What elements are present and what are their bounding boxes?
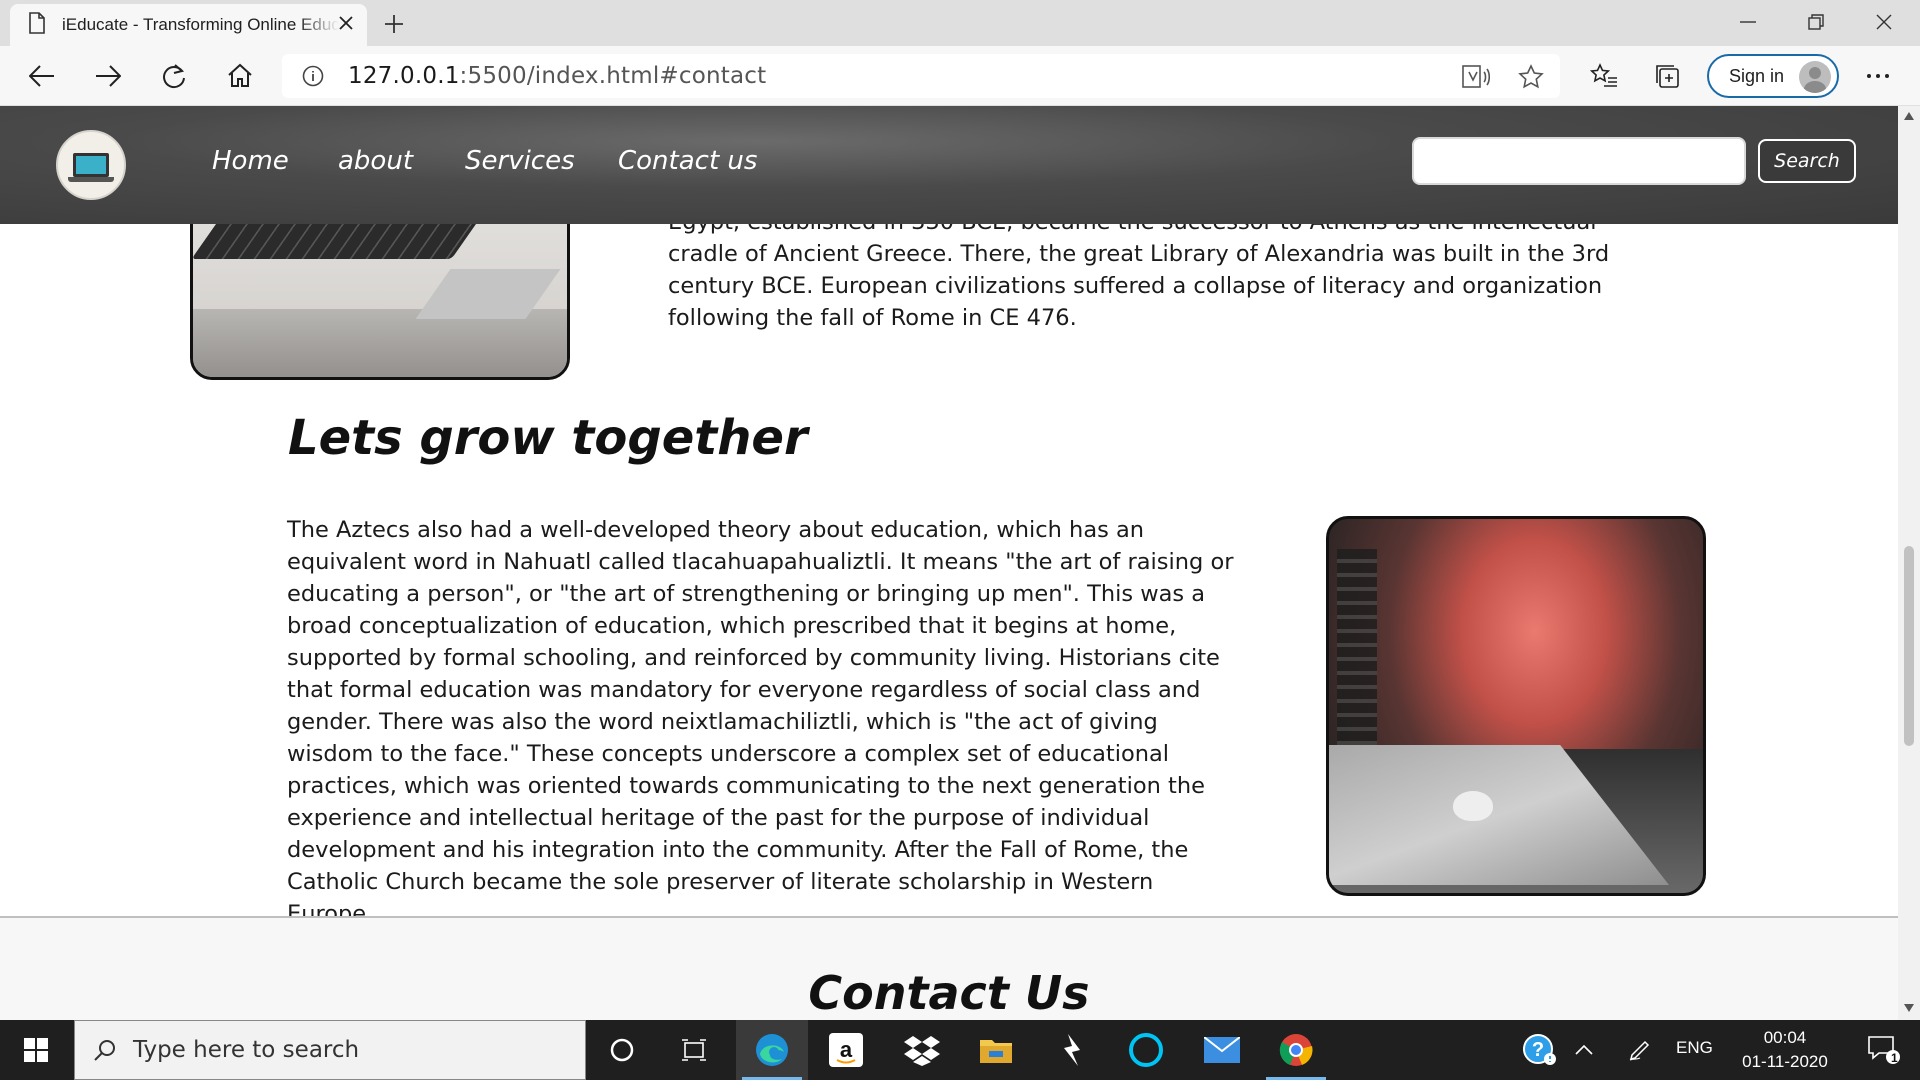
task-view-icon [682,1039,706,1061]
notification-count: 1 [1891,1051,1898,1065]
site-logo[interactable] [56,130,126,200]
chrome-icon [1279,1034,1313,1066]
more-menu-icon[interactable] [1858,56,1898,96]
new-tab-icon[interactable] [374,6,414,42]
windows-logo-icon [24,1038,48,1062]
tray-pen[interactable] [1612,1020,1668,1080]
search-button[interactable]: Search [1758,139,1856,183]
lightning-icon [1064,1034,1080,1066]
page-viewport: Egypt, established in 330 BCE, became th… [0,106,1898,1020]
tray-show-hidden[interactable] [1556,1020,1612,1080]
amazon-icon: a [829,1033,863,1067]
task-view-button[interactable] [658,1020,730,1080]
clock[interactable]: 00:04 01-11-2020 [1735,1026,1835,1074]
chevron-up-icon [1575,1045,1593,1055]
url-host: 127.0.0.1 [348,63,460,89]
minimize-icon[interactable] [1722,2,1774,42]
scroll-up-icon[interactable] [1904,112,1914,120]
page-scrollbar[interactable] [1898,106,1920,1020]
restore-icon[interactable] [1790,2,1842,42]
taskbar-dropbox[interactable] [886,1020,958,1080]
read-aloud-icon[interactable] [1462,64,1491,95]
dropbox-icon [904,1036,940,1066]
nav-about[interactable]: about [338,146,413,176]
nav-services[interactable]: Services [465,146,575,176]
svg-text:?: ? [1532,1039,1544,1061]
clock-time: 00:04 [1763,1028,1807,1047]
laptop-base-shape [193,309,567,377]
nav-home[interactable]: Home [212,146,289,176]
collections-icon[interactable] [1648,56,1688,96]
favorites-list-icon[interactable] [1584,56,1624,96]
taskbar-chrome[interactable] [1260,1020,1332,1080]
pen-icon [1629,1040,1650,1061]
taskbar-lightning-app[interactable] [1036,1020,1108,1080]
avatar [1799,61,1831,93]
taskbar-amazon[interactable]: a [810,1020,882,1080]
tab-title: iEducate - Transforming Online Education [62,15,339,34]
laptop-logo-icon [68,153,114,182]
sign-in-label: Sign in [1729,65,1785,86]
address-bar[interactable]: 127.0.0.1:5500/index.html#contact [282,54,1560,98]
cortana-button[interactable] [586,1020,658,1080]
url-text: 127.0.0.1:5500/index.html#contact [348,63,766,89]
search-icon [94,1040,115,1061]
url-path: :5500/index.html#contact [459,63,767,89]
info-icon[interactable] [302,65,324,92]
mail-icon [1204,1037,1240,1063]
favorite-star-icon[interactable] [1518,64,1544,95]
apple-logo-icon [1453,791,1493,821]
edge-icon [756,1034,788,1066]
browser-tab[interactable]: iEducate - Transforming Online Education [10,4,367,46]
history-paragraph-text: of Ancient Greece. There, the great Libr… [668,241,1610,331]
close-window-icon[interactable] [1858,2,1910,42]
back-icon[interactable] [22,56,62,96]
scroll-down-icon[interactable] [1904,1004,1914,1012]
taskbar-mail[interactable] [1186,1020,1258,1080]
section-heading: Lets grow together [288,410,808,466]
macbook-image [1326,516,1706,896]
help-icon: ? [1523,1034,1556,1065]
page-icon [28,11,46,39]
language-indicator[interactable]: ENG [1676,1038,1713,1058]
browser-toolbar: 127.0.0.1:5500/index.html#contact Sign i… [0,46,1920,106]
refresh-icon[interactable] [154,56,194,96]
taskbar-edge[interactable] [736,1020,808,1080]
folder-icon [980,1040,1012,1063]
browser-tab-bar: iEducate - Transforming Online Education [0,0,1920,46]
cortana-circle-icon [610,1038,634,1062]
scrollbar-thumb[interactable] [1904,546,1914,746]
windows-taskbar: Type here to search a ? ENG 00:04 01-11-… [0,1020,1920,1080]
taskbar-search-box[interactable]: Type here to search [74,1020,586,1080]
taskbar-file-explorer[interactable] [960,1020,1032,1080]
sign-in-button[interactable]: Sign in [1707,54,1839,98]
background-pillar-shape [1337,549,1377,749]
contact-heading: Contact Us [808,966,1090,1020]
clock-date: 01-11-2020 [1742,1052,1828,1071]
start-button[interactable] [0,1020,72,1080]
forward-icon[interactable] [88,56,128,96]
action-center[interactable]: 1 [1848,1020,1920,1080]
taskbar-search-placeholder: Type here to search [133,1037,360,1063]
close-tab-icon[interactable] [339,15,353,35]
alexa-ring-icon [1129,1033,1163,1067]
taskbar-cortana-alt[interactable] [1110,1020,1182,1080]
history-paragraph: Egypt, established in 330 BCE, became th… [668,206,1618,334]
nav-contact[interactable]: Contact us [618,146,757,176]
aztec-paragraph: The Aztecs also had a well-developed the… [287,517,1234,927]
site-navbar: Home about Services Contact us Search [0,106,1898,224]
search-input[interactable] [1412,137,1746,185]
svg-text:a: a [840,1037,853,1062]
home-icon[interactable] [220,56,260,96]
